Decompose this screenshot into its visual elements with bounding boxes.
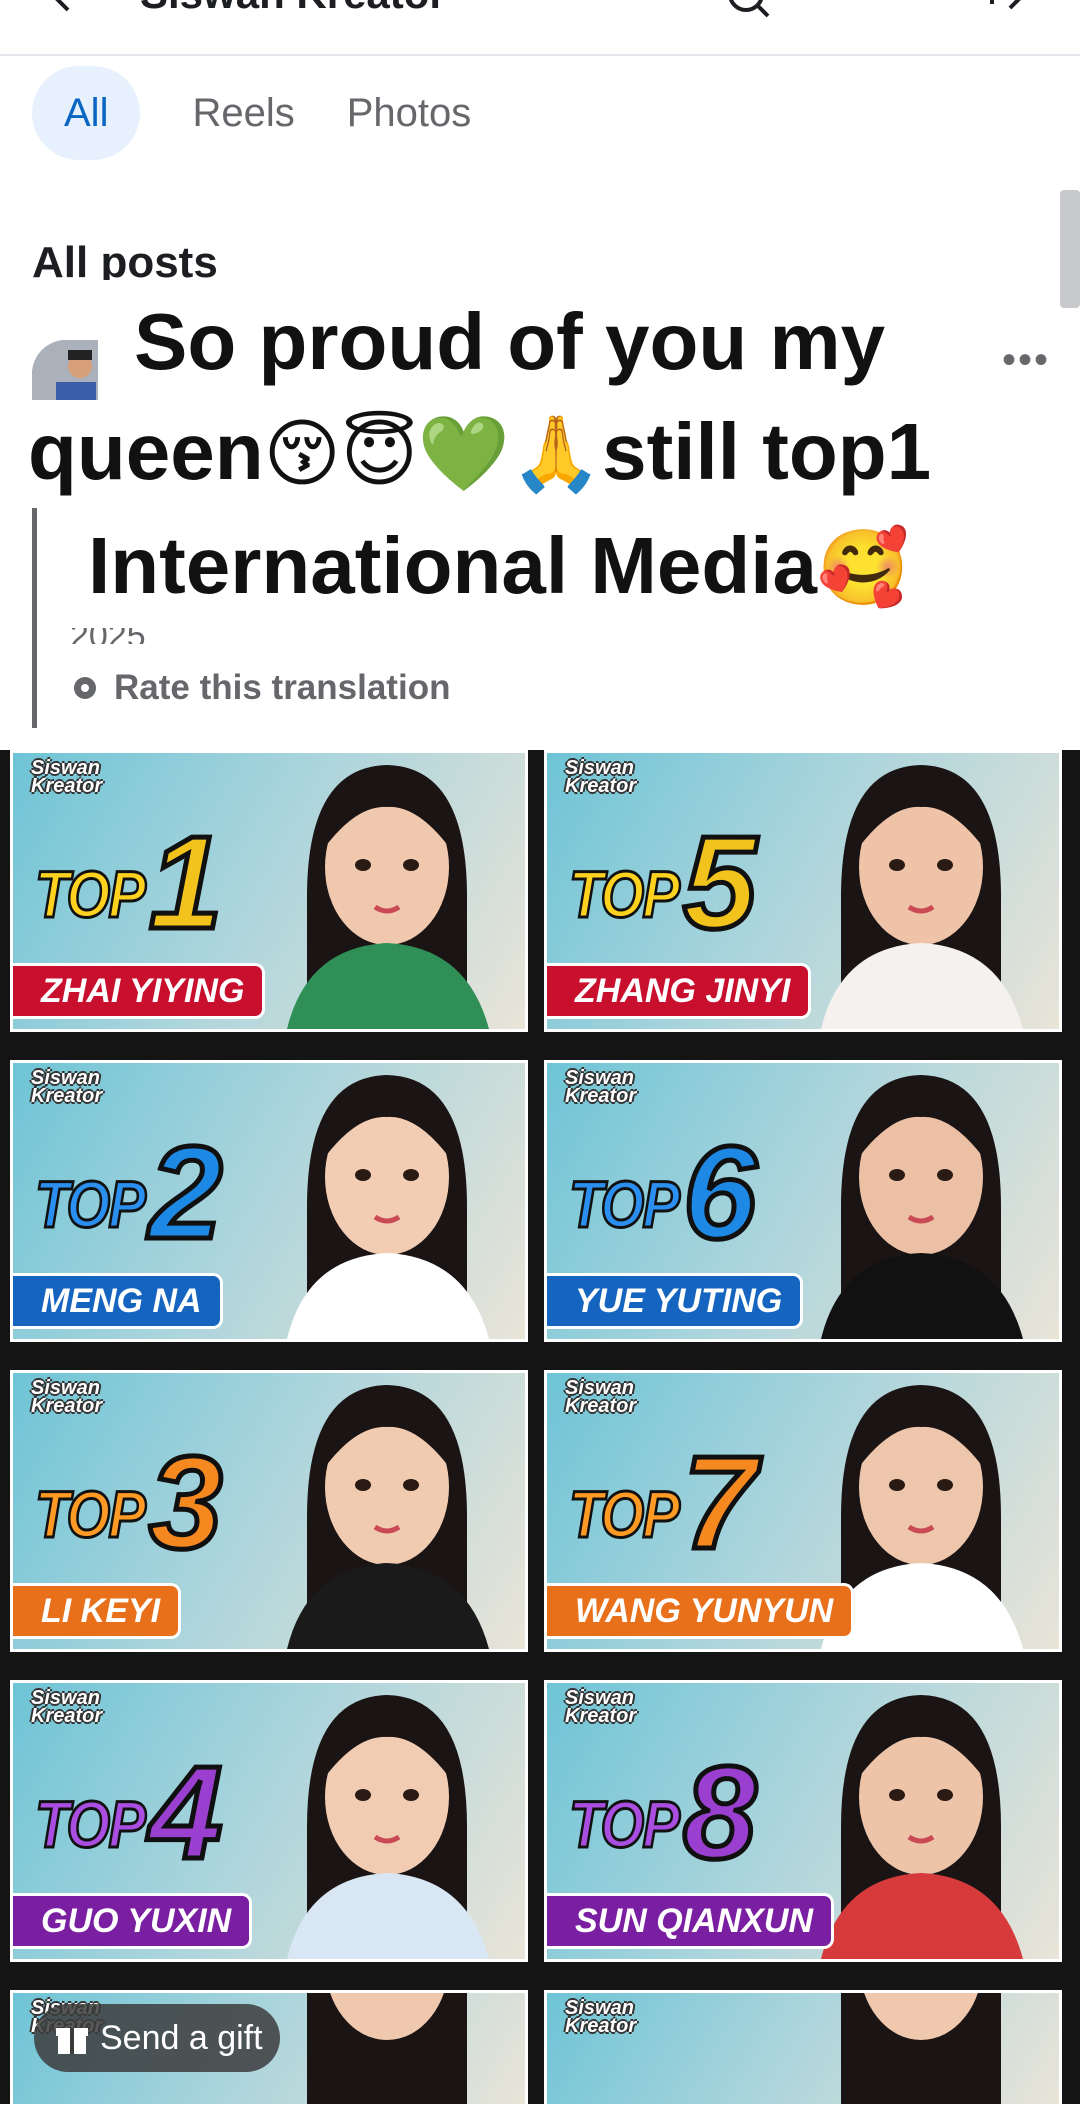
brand-line: Kreator bbox=[565, 1085, 637, 1107]
search-icon[interactable] bbox=[724, 0, 774, 22]
tab-photos[interactable]: Photos bbox=[347, 66, 472, 160]
portrait-image bbox=[821, 765, 1023, 1029]
brand-line: Kreator bbox=[31, 1395, 103, 1417]
brand-line: Kreator bbox=[31, 775, 103, 797]
brand-watermark: SiswanKreator bbox=[565, 1998, 637, 2037]
name-tag: ZHANG JINYI bbox=[547, 963, 812, 1019]
rank-number: 3 bbox=[146, 1429, 224, 1576]
brand-watermark: SiswanKreator bbox=[31, 1688, 103, 1727]
rank-number: 8 bbox=[680, 1739, 758, 1886]
page-title: Siswan Kreator bbox=[140, 0, 446, 18]
avatar-photo bbox=[32, 340, 98, 400]
rank-number: 7 bbox=[680, 1429, 758, 1576]
send-gift-button[interactable]: Send a gift bbox=[34, 2004, 280, 2072]
rank-card[interactable]: Siswan Kreator TOP 5 ZHANG JINYI bbox=[544, 750, 1062, 1032]
rank-number: 5 bbox=[680, 809, 758, 956]
overlay-caption-word: International Media bbox=[88, 521, 817, 610]
rank-card[interactable]: Siswan Kreator TOP 1 ZHAI YIYING bbox=[10, 750, 528, 1032]
brand-watermark: SiswanKreator bbox=[565, 1378, 637, 1417]
top-label: TOP bbox=[34, 1167, 147, 1241]
section-title: All posts bbox=[32, 238, 218, 280]
name-tag: LI KEYI bbox=[13, 1583, 182, 1639]
brand-watermark: SiswanKreator bbox=[31, 1378, 103, 1417]
top-label: TOP bbox=[568, 1167, 681, 1241]
top-label: TOP bbox=[34, 1787, 147, 1861]
brand-watermark: SiswanKreator bbox=[565, 1068, 637, 1107]
top-label: TOP bbox=[568, 857, 681, 931]
filter-tabs: All Reels Photos bbox=[32, 66, 523, 160]
top-label: TOP bbox=[568, 1787, 681, 1861]
portrait-image bbox=[307, 1993, 467, 2104]
name-tag: YUE YUTING bbox=[547, 1273, 804, 1329]
portrait-image bbox=[821, 1695, 1023, 1959]
rank-number: 2 bbox=[146, 1119, 224, 1266]
rank-card[interactable]: Siswan Kreator TOP 8 SUN QIANXUN bbox=[544, 1680, 1062, 1962]
more-options-icon[interactable] bbox=[868, 0, 918, 22]
brand-line: Kreator bbox=[565, 775, 637, 797]
tab-all[interactable]: All bbox=[32, 66, 141, 160]
overlay-caption-tail: still top1 bbox=[602, 407, 932, 496]
gift-icon bbox=[56, 2028, 88, 2054]
top-label: TOP bbox=[34, 1477, 147, 1551]
rank-number: 6 bbox=[680, 1119, 758, 1266]
brand-line: Kreator bbox=[565, 1705, 637, 1727]
rank-card[interactable]: Siswan Kreator TOP 3 LI KEYI bbox=[10, 1370, 528, 1652]
brand-line: Kreator bbox=[565, 1395, 637, 1417]
top-app-bar: Siswan Kreator bbox=[0, 0, 1080, 56]
back-arrow-icon[interactable] bbox=[40, 0, 80, 14]
overlay-caption-word: queen bbox=[28, 407, 264, 496]
name-tag: WANG YUNYUN bbox=[547, 1583, 855, 1639]
rank-number: 4 bbox=[146, 1739, 224, 1886]
rank-card[interactable]: Siswan Kreator TOP 6 YUE YUTING bbox=[544, 1060, 1062, 1342]
overlay-caption-line-3: International Media🥰 bbox=[88, 526, 1080, 606]
brand-line: Kreator bbox=[565, 2015, 637, 2037]
portrait-image bbox=[821, 1075, 1023, 1339]
brand-watermark: SiswanKreator bbox=[565, 1688, 637, 1727]
name-tag: GUO YUXIN bbox=[13, 1893, 253, 1949]
share-icon[interactable] bbox=[988, 0, 1038, 22]
tab-reels[interactable]: Reels bbox=[192, 66, 294, 160]
portrait-image bbox=[287, 1695, 489, 1959]
gear-icon bbox=[74, 677, 96, 699]
scrollbar[interactable] bbox=[1060, 190, 1080, 308]
rank-card[interactable]: Siswan Kreator TOP 2 MENG NA bbox=[10, 1060, 528, 1342]
brand-line: Kreator bbox=[31, 1705, 103, 1727]
brand-watermark: SiswanKreator bbox=[31, 758, 103, 797]
portrait-image bbox=[287, 1075, 489, 1339]
brand-watermark: SiswanKreator bbox=[565, 758, 637, 797]
name-tag: ZHAI YIYING bbox=[13, 963, 266, 1019]
name-tag: SUN QIANXUN bbox=[547, 1893, 835, 1949]
rank-card[interactable]: Siswan Kreator TOP 7 WANG YUNYUN bbox=[544, 1370, 1062, 1652]
top-label: TOP bbox=[568, 1477, 681, 1551]
overlay-caption-line-1: So proud of you my bbox=[134, 297, 886, 386]
emoji-smiling-hearts: 🥰 bbox=[816, 526, 910, 609]
brand-watermark: SiswanKreator bbox=[31, 1068, 103, 1107]
send-gift-label: Send a gift bbox=[100, 2018, 263, 2057]
rank-card-partial[interactable]: SiswanKreator bbox=[544, 1990, 1062, 2104]
photo-grid: Siswan Kreator TOP 1 ZHAI YIYING Siswan Kreato… bbox=[0, 750, 1080, 2104]
portrait-image bbox=[287, 765, 489, 1029]
overlay-caption-line-2: queen😚😇💚🙏still top1 bbox=[28, 412, 1080, 492]
portrait-image bbox=[841, 1993, 1001, 2104]
brand-line: Kreator bbox=[31, 1085, 103, 1107]
rate-translation-label: Rate this translation bbox=[114, 668, 451, 707]
top-label: TOP bbox=[34, 857, 147, 931]
avatar[interactable] bbox=[32, 340, 98, 400]
rank-number: 1 bbox=[146, 809, 224, 956]
post-date: 2025 bbox=[70, 628, 146, 644]
emoji-group: 😚😇💚🙏 bbox=[263, 412, 603, 495]
portrait-image bbox=[287, 1385, 489, 1649]
rate-translation-link[interactable]: Rate this translation bbox=[70, 668, 450, 708]
name-tag: MENG NA bbox=[13, 1273, 223, 1329]
translation-quote-bar bbox=[32, 508, 37, 728]
rank-card[interactable]: Siswan Kreator TOP 4 GUO YUXIN bbox=[10, 1680, 528, 1962]
